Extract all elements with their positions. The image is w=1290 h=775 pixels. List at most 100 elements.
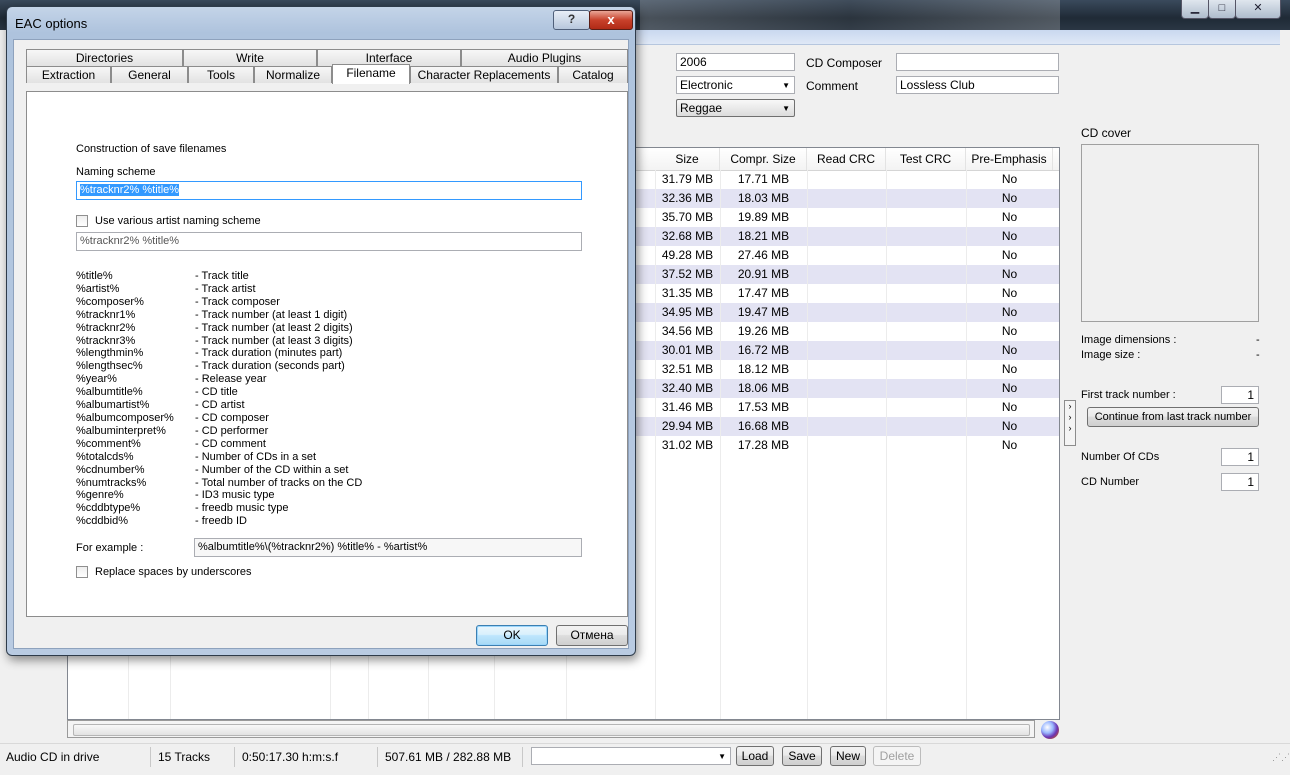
column-header-size[interactable]: Size: [655, 148, 720, 170]
variable-description: - CD title: [195, 386, 238, 399]
tab-catalog[interactable]: Catalog: [558, 66, 628, 83]
status-divider: [150, 747, 151, 767]
variable-name: %lengthmin%: [76, 347, 144, 360]
scrollbar-thumb[interactable]: [73, 724, 1030, 736]
variable-description: - CD artist: [195, 399, 245, 412]
tab-write[interactable]: Write: [183, 49, 317, 66]
replace-spaces-checkbox[interactable]: [76, 566, 88, 578]
cell-size: 31.79 MB: [661, 172, 714, 186]
column-header-pre-emphasis[interactable]: Pre-Emphasis: [966, 148, 1053, 170]
genre-secondary-dropdown[interactable]: Reggae ▼: [676, 99, 795, 117]
ok-button[interactable]: OK: [476, 625, 548, 646]
tab-directories[interactable]: Directories: [26, 49, 183, 66]
cell-pre: No: [1001, 381, 1018, 395]
track-count: 15 Tracks: [158, 750, 211, 764]
for-example-label: For example :: [76, 542, 144, 554]
status-bar: Audio CD in drive 15 Tracks 0:50:17.30 h…: [0, 743, 1290, 775]
save-button[interactable]: Save: [782, 746, 822, 766]
variable-description: - CD composer: [195, 411, 269, 424]
cell-test-crc: [886, 189, 966, 208]
cell-pre: No: [1001, 267, 1018, 281]
tab-filename[interactable]: Filename: [332, 64, 410, 84]
tab-general[interactable]: General: [111, 66, 188, 83]
cell-read-crc: [807, 246, 886, 265]
close-button[interactable]: ✕: [1235, 0, 1281, 19]
cell-pre: No: [1001, 438, 1018, 452]
variable-name: %numtracks%: [76, 476, 147, 489]
globe-icon[interactable]: [1041, 721, 1059, 739]
continue-from-last-track-button[interactable]: Continue from last track number: [1087, 407, 1259, 427]
cell-pre: No: [1001, 248, 1018, 262]
tab-audio-plugins[interactable]: Audio Plugins: [461, 49, 628, 66]
cd-composer-input[interactable]: [896, 53, 1059, 71]
cell-test-crc: [886, 417, 966, 436]
column-header-compr-size[interactable]: Compr. Size: [720, 148, 807, 170]
cell-read-crc: [807, 360, 886, 379]
cell-size: 49.28 MB: [661, 248, 714, 262]
cell-size: 31.35 MB: [661, 286, 714, 300]
drive-status: Audio CD in drive: [6, 750, 100, 764]
cell-compr: 20.91 MB: [737, 267, 790, 281]
column-header-read-crc[interactable]: Read CRC: [807, 148, 886, 170]
size-grip-icon[interactable]: ⋰⋰: [1272, 753, 1290, 768]
cell-read-crc: [807, 284, 886, 303]
variable-description: - freedb ID: [195, 515, 247, 528]
cancel-button[interactable]: Отмена: [556, 625, 628, 646]
number-of-cds-input[interactable]: 1: [1221, 448, 1259, 466]
cell-size: 32.36 MB: [661, 191, 714, 205]
collapse-panel-arrows-icon[interactable]: › › ›: [1064, 400, 1076, 446]
cell-pre: No: [1001, 324, 1018, 338]
cell-size: 34.56 MB: [661, 324, 714, 338]
delete-button[interactable]: Delete: [873, 746, 921, 766]
tab-character-replacements[interactable]: Character Replacements: [410, 66, 558, 83]
dialog-close-button[interactable]: x: [589, 10, 633, 30]
cell-compr: 17.53 MB: [737, 400, 790, 414]
column-divider: [655, 170, 656, 719]
naming-scheme-input[interactable]: %tracknr2% %title%: [76, 181, 582, 200]
replace-spaces-checkbox-label[interactable]: Replace spaces by underscores: [95, 566, 252, 578]
titlebar-blur: [640, 0, 1060, 30]
cd-cover-image[interactable]: [1081, 144, 1259, 322]
naming-scheme-selected-text: %tracknr2% %title%: [80, 184, 180, 196]
for-example-field: %albumtitle%\(%tracknr2%) %title% - %art…: [194, 538, 582, 557]
minimize-button[interactable]: ▁: [1181, 0, 1209, 19]
variable-name: %genre%: [76, 489, 124, 502]
cd-number-input[interactable]: 1: [1221, 473, 1259, 491]
tab-tools[interactable]: Tools: [188, 66, 254, 83]
maximize-button[interactable]: □: [1208, 0, 1236, 19]
cell-test-crc: [886, 322, 966, 341]
dialog-client-area: Directories Write Interface Audio Plugin…: [13, 39, 629, 649]
cell-read-crc: [807, 341, 886, 360]
chevron-down-icon: ▼: [782, 104, 790, 113]
new-button[interactable]: New: [830, 746, 866, 766]
variable-name: %albumcomposer%: [76, 411, 174, 424]
column-divider: [720, 170, 721, 719]
genre-dropdown[interactable]: Electronic ▼: [676, 76, 795, 94]
cell-size: 32.68 MB: [661, 229, 714, 243]
column-header-test-crc[interactable]: Test CRC: [886, 148, 966, 170]
tab-normalize[interactable]: Normalize: [254, 66, 332, 83]
load-button[interactable]: Load: [736, 746, 774, 766]
variable-description: - CD comment: [195, 437, 266, 450]
tab-extraction[interactable]: Extraction: [26, 66, 111, 83]
comment-input[interactable]: Lossless Club: [896, 76, 1059, 94]
column-divider: [886, 170, 887, 719]
cell-test-crc: [886, 360, 966, 379]
profile-dropdown[interactable]: ▼: [531, 747, 731, 765]
various-artist-checkbox-label[interactable]: Use various artist naming scheme: [95, 215, 261, 227]
image-dimensions-label: Image dimensions :: [1081, 334, 1177, 346]
genre-secondary-dropdown-value: Reggae: [680, 101, 723, 115]
cell-read-crc: [807, 303, 886, 322]
variable-name: %lengthsec%: [76, 360, 143, 373]
various-artist-scheme-input[interactable]: %tracknr2% %title%: [76, 232, 582, 251]
cell-size: 34.95 MB: [661, 305, 714, 319]
cell-size: 32.40 MB: [661, 381, 714, 395]
cell-pre: No: [1001, 286, 1018, 300]
table-horizontal-scrollbar[interactable]: [67, 720, 1035, 738]
help-button[interactable]: ?: [553, 10, 590, 30]
comment-label: Comment: [806, 79, 859, 93]
first-track-number-input[interactable]: 1: [1221, 386, 1259, 404]
year-input[interactable]: 2006: [676, 53, 795, 71]
cell-read-crc: [807, 417, 886, 436]
various-artist-checkbox[interactable]: [76, 215, 88, 227]
